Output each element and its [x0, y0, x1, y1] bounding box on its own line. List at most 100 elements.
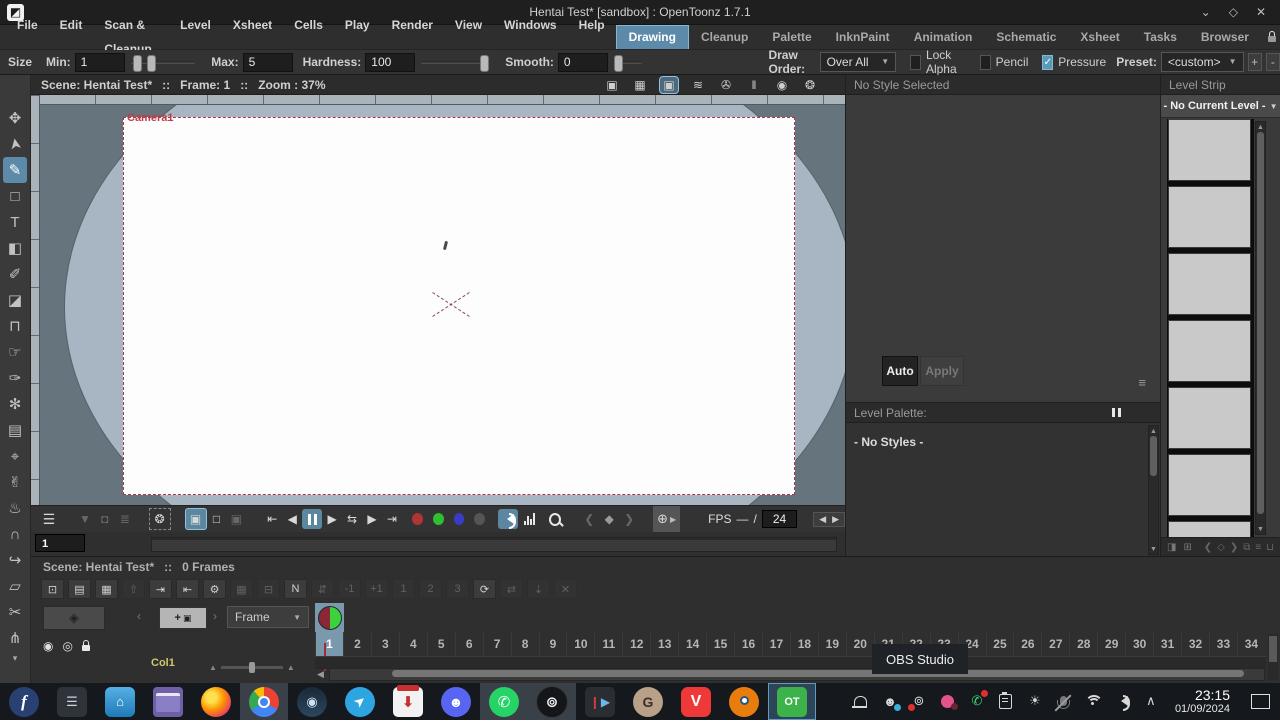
frame-12[interactable]: 12 [622, 632, 650, 656]
onion-skin-icon[interactable]: ≋ [689, 77, 707, 93]
prev-frame-arrow-icon[interactable]: ‹ [137, 609, 141, 623]
taskbar-app-discord[interactable]: ☻ [432, 683, 480, 720]
brightness-icon[interactable]: ☀ [1026, 692, 1044, 710]
new-raster-level-icon[interactable]: ▤ [68, 579, 91, 599]
taskbar-app-telegram[interactable]: ➤ [336, 683, 384, 720]
previous-key-icon[interactable]: ❮ [579, 509, 599, 529]
inc-step-icon[interactable]: +1 [365, 579, 388, 599]
cutter-tool[interactable]: ✂ [3, 599, 27, 625]
edit-in-place-icon[interactable]: ▦ [230, 579, 253, 599]
frame-33[interactable]: 33 [1209, 632, 1237, 656]
brush-tool[interactable]: ✎ [3, 157, 27, 183]
draw-order-dropdown[interactable]: Over All ▼ [819, 52, 897, 72]
pencil-checkbox[interactable] [979, 54, 991, 70]
show-desktop-button[interactable] [1251, 693, 1270, 709]
frame-32[interactable]: 32 [1181, 632, 1209, 656]
frame-20[interactable]: 20 [845, 632, 874, 656]
hardness-slider[interactable] [421, 54, 490, 72]
notifications-bell-icon[interactable] [852, 692, 870, 710]
frame-18[interactable]: 18 [789, 632, 818, 656]
histogram-icon[interactable] [524, 513, 536, 525]
taskbar-app-steam[interactable]: ◉ [288, 683, 336, 720]
camera-test-icon[interactable]: ⚙ [203, 579, 226, 599]
wifi-icon[interactable] [1084, 692, 1103, 710]
ruler-tool[interactable]: ▤ [3, 417, 27, 443]
taskbar-app-whatsapp[interactable]: ✆ [480, 683, 528, 720]
fps-stepper[interactable]: ◀ ▶ [813, 511, 846, 527]
iron-tool[interactable]: ▱ [3, 573, 27, 599]
table-view-icon[interactable]: ▦ [631, 77, 649, 93]
viewer-menu-icon[interactable]: ☰ [39, 509, 59, 529]
preset-dropdown[interactable]: <custom> ▼ [1160, 52, 1244, 72]
xsheet-zoom-slider[interactable]: ▲ ▲ [209, 662, 295, 673]
red-channel-icon[interactable] [411, 513, 423, 525]
add-preset-button[interactable]: + [1247, 53, 1262, 71]
room-tab-tasks[interactable]: Tasks [1132, 25, 1189, 49]
next-frame-arrow-icon[interactable]: › [213, 609, 217, 623]
freehand-picker-tool[interactable]: ✻ [3, 391, 27, 417]
animate-tool[interactable]: ✥ [3, 105, 27, 131]
zoom-tool-icon[interactable] [549, 512, 562, 526]
level-strip-frame-1[interactable] [1168, 119, 1251, 181]
strip-list-icon[interactable]: ≡ [1255, 542, 1261, 553]
key-icon[interactable]: ◆ [599, 509, 619, 529]
frame-6[interactable]: 6 [454, 632, 483, 656]
remove-preset-button[interactable]: - [1265, 53, 1280, 71]
palette-freeze-icon[interactable] [1112, 408, 1121, 417]
selection-tool[interactable]: ➤ [3, 131, 27, 157]
column-visibility-icon[interactable]: ◉ [43, 639, 53, 653]
level-strip-frame-4[interactable] [1168, 320, 1251, 382]
xsheet-hscrollbar[interactable] [329, 668, 1265, 681]
play-button[interactable]: ▶ [322, 509, 342, 529]
frame-slider[interactable] [151, 537, 837, 552]
clipboard-tray-icon[interactable] [997, 691, 1015, 710]
frame-4[interactable]: 4 [398, 632, 427, 656]
eraser-tool[interactable]: ◪ [3, 287, 27, 313]
auto-button[interactable]: Auto [882, 356, 918, 386]
style-picker-tool[interactable]: ☞ [3, 339, 27, 365]
first-frame-icon[interactable]: ⇤ [262, 509, 282, 529]
control-point-editor-tool[interactable]: ⌖ [3, 443, 27, 469]
rooms-lock-icon[interactable] [1265, 31, 1280, 42]
room-tab-xsheet[interactable]: Xsheet [1068, 25, 1131, 49]
column-camstand-icon[interactable]: ◎ [62, 639, 72, 653]
playback-direction-marker[interactable] [318, 606, 342, 630]
column-name[interactable]: Col1 [151, 657, 175, 667]
last-frame-icon[interactable]: ⇥ [382, 509, 402, 529]
viewer-canvas[interactable]: Camera1 [31, 95, 845, 505]
dec-step-icon[interactable]: -1 [338, 579, 361, 599]
scroll-left-icon[interactable]: ◀ [317, 669, 324, 680]
previous-frame-icon[interactable]: ◀ [282, 509, 302, 529]
frame-14[interactable]: 14 [678, 632, 706, 656]
camera-view-icon[interactable]: ▣ [603, 77, 621, 93]
bender-tool[interactable]: ↪ [3, 547, 27, 573]
clear-icon[interactable]: ✕ [554, 579, 577, 599]
toggle-numbering-icon[interactable]: N [284, 579, 307, 599]
frame-1[interactable]: 1 [315, 632, 343, 656]
frame-27[interactable]: 27 [1041, 632, 1069, 656]
geometric-tool[interactable]: □ [3, 183, 27, 209]
size-slider[interactable] [130, 54, 196, 72]
volume-icon[interactable] [1113, 692, 1131, 712]
whatsapp-tray-icon[interactable]: ✆ [968, 690, 988, 710]
taskbar-app-file-manager[interactable] [144, 683, 192, 720]
frame-5[interactable]: 5 [426, 632, 455, 656]
taskbar-app-firefox[interactable] [192, 683, 240, 720]
swap-cells-icon[interactable]: ⇵ [311, 579, 334, 599]
frame-13[interactable]: 13 [650, 632, 678, 656]
new-vector-level-icon[interactable]: ▦ [95, 579, 118, 599]
tape-tool[interactable]: ⊓ [3, 313, 27, 339]
room-tab-inknpaint[interactable]: InknPaint [824, 25, 902, 49]
define-sub-camera-icon[interactable]: ❂ [148, 508, 171, 530]
pump-tool[interactable]: ♨ [3, 495, 27, 521]
strip-palette-icon[interactable]: ◨ [1167, 542, 1176, 553]
step-2-icon[interactable]: 2 [419, 579, 442, 599]
room-tab-cleanup[interactable]: Cleanup [689, 25, 760, 49]
obs-tray-icon[interactable]: ⊚ [907, 692, 928, 712]
snapshot-icon[interactable]: ◘ [95, 509, 115, 529]
sub-camera-preview-icon[interactable]: ❂ [801, 77, 819, 93]
taskbar-app-settings[interactable]: ☰ [48, 683, 96, 720]
frame-11[interactable]: 11 [594, 632, 622, 656]
taskbar-app-software-store[interactable]: ⌂ [96, 683, 144, 720]
frame-9[interactable]: 9 [538, 632, 567, 656]
